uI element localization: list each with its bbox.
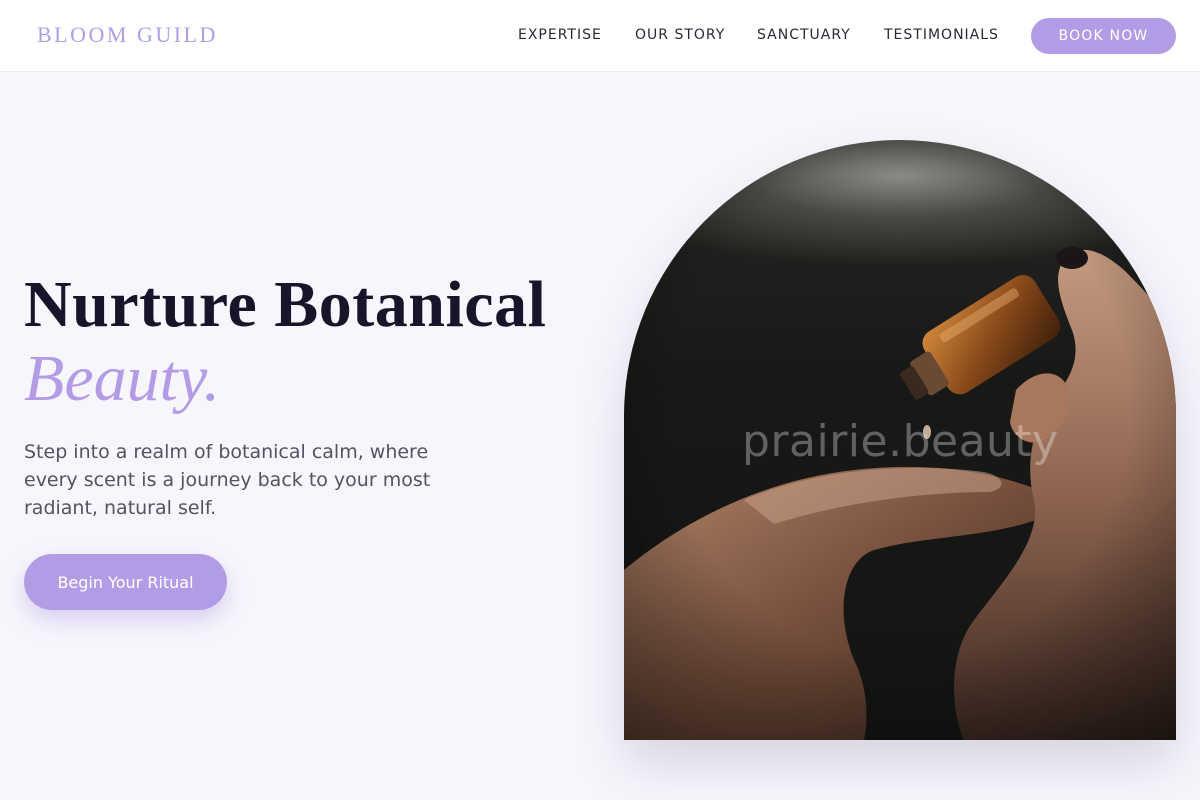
site-header: BLOOM GUILD EXPERTISE OUR STORY SANCTUAR… xyxy=(0,0,1200,72)
nav-link-our-story[interactable]: OUR STORY xyxy=(635,27,725,43)
hero-title-accent: Beauty. xyxy=(24,342,221,415)
hero-subtitle: Step into a realm of botanical calm, whe… xyxy=(24,441,431,519)
image-watermark: prairie.beauty xyxy=(742,416,1059,467)
hero-image: prairie.beauty xyxy=(624,140,1176,740)
nav-link-expertise[interactable]: EXPERTISE xyxy=(518,27,602,43)
hero-title: Nurture Botanical xyxy=(24,268,547,341)
nav-link-testimonials[interactable]: TESTIMONIALS xyxy=(884,27,999,43)
nav-link-sanctuary[interactable]: SANCTUARY xyxy=(757,27,851,43)
brand-logo[interactable]: BLOOM GUILD xyxy=(37,22,218,48)
book-now-button[interactable]: BOOK NOW xyxy=(1031,18,1176,54)
begin-ritual-button[interactable]: Begin Your Ritual xyxy=(24,554,227,610)
